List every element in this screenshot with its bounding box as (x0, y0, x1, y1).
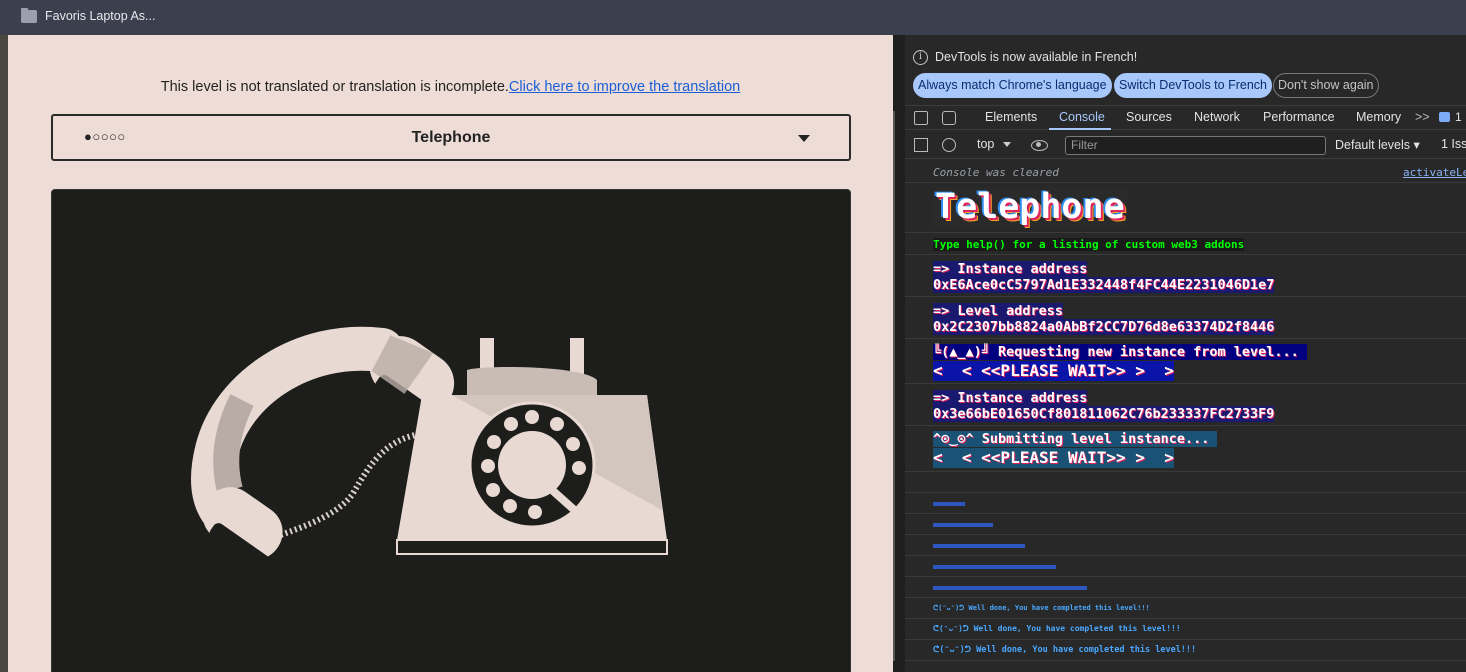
console-message: ᕦ(ᵔᴗᵔ)ᕤ Well done, You have completed th… (905, 640, 1466, 661)
console-message: Telephone (905, 183, 1466, 233)
console-output: Console was cleared activateLe Telephone… (905, 160, 1466, 672)
console-message: Type help() for a listing of custom web3… (905, 233, 1466, 255)
console-message: ᕦ(ᵔᴗᵔ)ᕤ Well done, You have completed th… (905, 619, 1466, 640)
folder-icon (21, 8, 37, 23)
help-hint: Type help() for a listing of custom web3… (933, 238, 1245, 251)
submitting-instance-text: ^⊙‿⊙^ Submitting level instance... (933, 431, 1218, 447)
chevron-down-icon[interactable] (798, 135, 810, 142)
console-cleared-text: Console was cleared (933, 166, 1059, 179)
instance-address: 0xE6Ace0cC5797Ad1E332448f4FC44E2231046D1… (933, 277, 1275, 293)
issues-counter[interactable]: 1 Iss (1441, 137, 1466, 151)
active-tab-indicator (1049, 128, 1111, 130)
message-badge-icon[interactable] (1439, 112, 1450, 122)
device-toolbar-icon[interactable] (942, 111, 956, 125)
panel-gutter (893, 35, 905, 672)
tiny-log-line (933, 544, 1025, 548)
live-expression-eye-icon[interactable] (1031, 140, 1048, 151)
tab-elements[interactable]: Elements (985, 110, 1037, 124)
console-message (905, 514, 1466, 535)
console-message: ᕦ(ᵔᴗᵔ)ᕤ Well done, You have completed th… (905, 598, 1466, 619)
instance-label: => Instance address (933, 390, 1088, 406)
translation-notice: This level is not translated or translat… (8, 79, 893, 95)
console-message (905, 556, 1466, 577)
level-page: This level is not translated or translat… (8, 35, 893, 672)
notice-text: This level is not translated or translat… (160, 79, 509, 95)
context-selector[interactable]: top (977, 137, 994, 151)
completion-message: ᕦ(ᵔᴗᵔ)ᕤ Well done, You have completed th… (933, 604, 1150, 612)
message-badge-count: 1 (1455, 110, 1462, 124)
tiny-log-line (933, 565, 1056, 569)
requesting-instance-text: ╚(▲_▲)╝ Requesting new instance from lev… (933, 344, 1307, 360)
switch-to-french-button[interactable]: Switch DevTools to French (1114, 73, 1272, 98)
inspect-element-icon[interactable] (914, 111, 928, 125)
console-message (905, 472, 1466, 493)
console-message: ^⊙‿⊙^ Submitting level instance... < < <… (905, 426, 1466, 472)
console-message: Console was cleared activateLe (905, 160, 1466, 183)
left-edge-strip (0, 35, 8, 672)
sidebar-toggle-icon[interactable] (914, 138, 928, 152)
level-illustration (51, 189, 851, 672)
dont-show-again-button[interactable]: Don't show again (1273, 73, 1379, 98)
more-tabs-icon[interactable]: >> (1415, 110, 1430, 124)
console-toolbar: top Filter Default levels ▾ 1 Iss (905, 131, 1466, 159)
tab-sources[interactable]: Sources (1126, 110, 1172, 124)
console-message (905, 577, 1466, 598)
tiny-log-line (933, 502, 965, 506)
browser-top-bar: Favoris Laptop As... (0, 0, 1466, 35)
log-levels-dropdown[interactable]: Default levels ▾ (1335, 137, 1420, 152)
level-address: 0x2C2307bb8824a0AbBf2CC7D76d8e63374D2f84… (933, 319, 1275, 335)
divider[interactable] (893, 111, 895, 661)
completion-message: ᕦ(ᵔᴗᵔ)ᕤ Well done, You have completed th… (933, 645, 1197, 655)
console-filter-input[interactable]: Filter (1065, 136, 1326, 155)
tab-performance[interactable]: Performance (1263, 110, 1335, 124)
tab-memory[interactable]: Memory (1356, 110, 1401, 124)
console-message: => Instance address 0xE6Ace0cC5797Ad1E33… (905, 255, 1466, 297)
level-title-banner: Telephone (933, 187, 1127, 227)
completion-message: ᕦ(ᵔᴗᵔ)ᕤ Well done, You have completed th… (933, 624, 1181, 633)
tab-console[interactable]: Console (1059, 110, 1105, 124)
bookmark-folder-title[interactable]: Favoris Laptop As... (45, 9, 155, 23)
console-message (905, 493, 1466, 514)
always-match-language-button[interactable]: Always match Chrome's language (913, 73, 1112, 98)
console-message: ╚(▲_▲)╝ Requesting new instance from lev… (905, 339, 1466, 384)
clear-console-icon[interactable] (942, 138, 956, 152)
tab-network[interactable]: Network (1194, 110, 1240, 124)
console-message (905, 535, 1466, 556)
level-selector[interactable]: ●○○○○ Telephone (51, 114, 851, 161)
info-icon: i (913, 50, 928, 65)
telephone-illustration (191, 326, 668, 576)
context-chevron-icon[interactable] (1003, 142, 1011, 147)
devtools-tabbar: Elements Console Sources Network Perform… (905, 105, 1466, 130)
please-wait-banner: < < <<PLEASE WAIT>> > > (933, 361, 1174, 381)
source-link[interactable]: activateLe (1403, 166, 1466, 179)
tiny-log-line (933, 586, 1087, 590)
instance-label: => Instance address (933, 261, 1088, 277)
tiny-log-line (933, 523, 993, 527)
devtools-panel: i DevTools is now available in French! A… (905, 35, 1466, 672)
level-label: => Level address (933, 303, 1064, 319)
level-name: Telephone (411, 129, 491, 146)
infobar-text: DevTools is now available in French! (935, 50, 1138, 64)
instance-address: 0x3e66bE01650Cf801811062C76b233337FC2733… (933, 406, 1275, 422)
improve-translation-link[interactable]: Click here to improve the translation (509, 79, 740, 95)
console-message: => Level address 0x2C2307bb8824a0AbBf2CC… (905, 297, 1466, 339)
please-wait-banner: < < <<PLEASE WAIT>> > > (933, 448, 1174, 468)
console-message: => Instance address 0x3e66bE01650Cf80181… (905, 384, 1466, 426)
